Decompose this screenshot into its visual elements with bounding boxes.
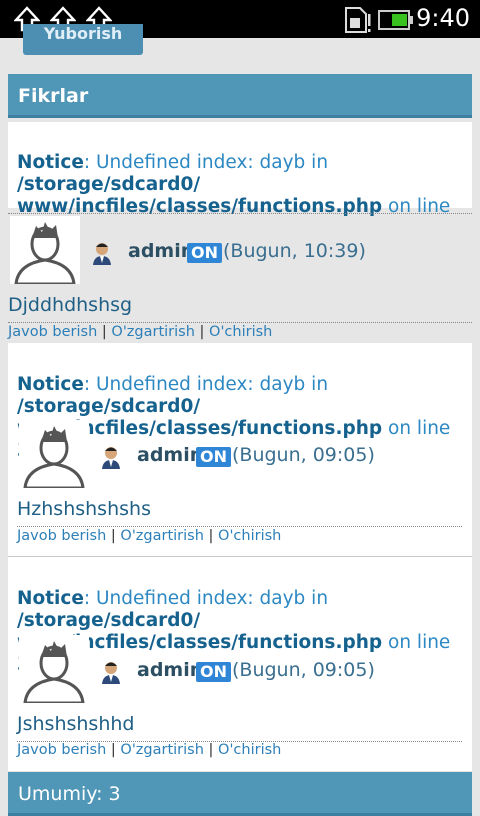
comment-date: (Bugun, 09:05) — [232, 444, 375, 466]
divider — [17, 526, 462, 527]
user-badge-icon — [102, 447, 120, 469]
online-status-badge: ON — [187, 243, 222, 263]
user-avatar-icon[interactable] — [19, 635, 89, 703]
reply-link[interactable]: Javob berish — [8, 324, 97, 340]
comment-author[interactable]: admin — [128, 240, 194, 262]
comment-date: (Bugun, 09:05) — [232, 659, 375, 681]
delete-link[interactable]: O'chirish — [218, 528, 281, 544]
reply-link[interactable]: Javob berish — [17, 528, 106, 544]
edit-link[interactable]: O'zgartirish — [120, 528, 204, 544]
divider — [8, 213, 472, 214]
delete-link[interactable]: O'chirish — [209, 324, 272, 340]
comment-actions: Javob berish | O'zgartirish | O'chirish — [17, 742, 282, 758]
online-status-badge: ON — [196, 447, 231, 467]
submit-button[interactable]: Yuborish — [23, 24, 143, 55]
reply-link[interactable]: Javob berish — [17, 742, 106, 758]
comment-text: Djddhdhshsg — [8, 294, 133, 316]
comment-date: (Bugun, 10:39) — [223, 240, 366, 262]
user-avatar-icon[interactable] — [19, 420, 89, 488]
comment-text: Hzhshshshshs — [17, 498, 151, 520]
user-avatar-icon[interactable] — [10, 216, 80, 284]
comments-total: Umumiy: 3 — [8, 772, 472, 816]
panel-title: Fikrlar — [8, 74, 472, 118]
user-badge-icon — [93, 243, 111, 265]
user-badge-icon — [102, 662, 120, 684]
battery-icon — [378, 10, 413, 30]
no-sim-icon — [345, 7, 371, 33]
comment-actions: Javob berish | O'zgartirish | O'chirish — [8, 324, 273, 340]
edit-link[interactable]: O'zgartirish — [111, 324, 195, 340]
comment-author[interactable]: admin — [137, 444, 203, 466]
edit-link[interactable]: O'zgartirish — [120, 742, 204, 758]
comment-text: Jshshshshhd — [17, 713, 135, 735]
divider — [8, 322, 472, 323]
comment-actions: Javob berish | O'zgartirish | O'chirish — [17, 528, 282, 544]
online-status-badge: ON — [196, 662, 231, 682]
comment-author[interactable]: admin — [137, 659, 203, 681]
notice-message: Notice: Undefined index: dayb in /storag… — [17, 152, 451, 239]
delete-link[interactable]: O'chirish — [218, 742, 281, 758]
clock: 9:40 — [416, 4, 470, 32]
